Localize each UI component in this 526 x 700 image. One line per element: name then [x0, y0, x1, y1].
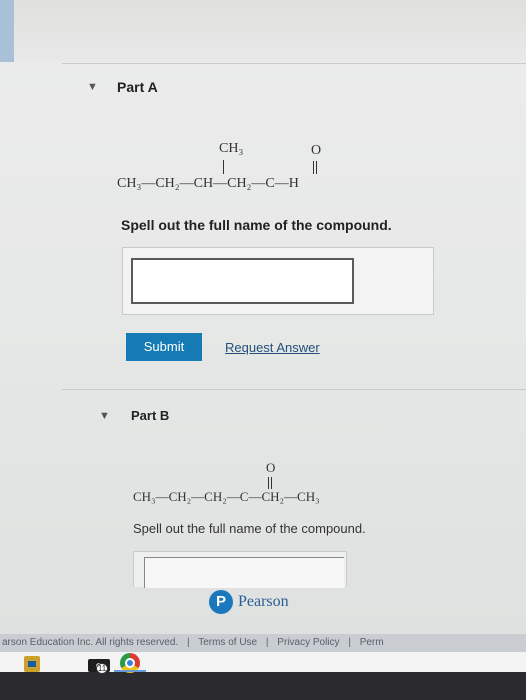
part-b-toggle-icon[interactable]: ▼ — [99, 411, 110, 422]
pearson-logo-icon: P — [209, 590, 233, 614]
pearson-brand: P Pearson — [209, 589, 289, 615]
part-a-divider — [62, 63, 526, 64]
active-app-indicator — [114, 670, 146, 672]
part-b-double-bond — [268, 477, 272, 489]
footer-separator: | — [186, 637, 190, 648]
submit-button[interactable]: Submit — [126, 333, 202, 361]
store-icon[interactable] — [24, 656, 40, 672]
part-b-answer-input[interactable] — [144, 557, 344, 588]
part-a-carbonyl-oxygen: O — [311, 143, 322, 158]
part-a-title[interactable]: Part A — [117, 79, 158, 95]
part-b-main-chain: CH₃—CH₂—CH₂—C—CH₂—CH₃ — [133, 489, 320, 504]
part-a-instruction: Spell out the full name of the compound. — [121, 217, 392, 233]
footer-privacy-link[interactable]: Privacy Policy — [277, 637, 339, 648]
footer-permissions-link[interactable]: Perm — [360, 637, 384, 648]
part-a-double-bond — [313, 161, 317, 174]
part-a-main-chain: CH₃—CH₂—CH—CH₂—C—H — [117, 176, 299, 191]
footer-copyright: arson Education Inc. All rights reserved… — [2, 637, 179, 648]
page-footer: arson Education Inc. All rights reserved… — [0, 634, 526, 652]
os-taskbar: 11 — [0, 652, 526, 700]
footer-terms-link[interactable]: Terms of Use — [198, 637, 257, 648]
left-nav-strip — [0, 0, 14, 62]
part-a-structural-formula: CH₃ O CH₃—CH₂—CH—CH₂—C—H — [117, 141, 377, 201]
part-b-divider — [62, 389, 526, 390]
part-a-answer-input[interactable] — [131, 258, 354, 304]
part-a-branch-group: CH₃ — [219, 141, 244, 156]
top-header-area — [14, 0, 526, 62]
part-b-carbonyl-oxygen: O — [266, 460, 276, 475]
part-b-title[interactable]: Part B — [131, 408, 169, 423]
part-b-structural-formula: O CH₃—CH₂—CH₂—C—CH₂—CH₃ — [133, 460, 393, 506]
part-a-branch-bond — [223, 160, 224, 174]
page-body: ▼ Part A CH₃ O CH₃—CH₂—CH—CH₂—C—H Spell … — [0, 0, 526, 634]
part-a-answer-panel — [122, 247, 434, 315]
part-b-instruction: Spell out the full name of the compound. — [133, 521, 366, 536]
camera-icon[interactable]: 11 — [88, 656, 110, 674]
part-b-answer-panel — [133, 551, 347, 588]
pearson-wordmark: Pearson — [238, 593, 289, 610]
footer-separator: | — [265, 637, 269, 648]
footer-separator: | — [348, 637, 351, 648]
taskbar-icon-row: 11 — [0, 652, 526, 674]
part-a-toggle-icon[interactable]: ▼ — [87, 82, 98, 93]
camera-badge: 11 — [96, 663, 108, 674]
request-answer-link[interactable]: Request Answer — [225, 340, 320, 355]
